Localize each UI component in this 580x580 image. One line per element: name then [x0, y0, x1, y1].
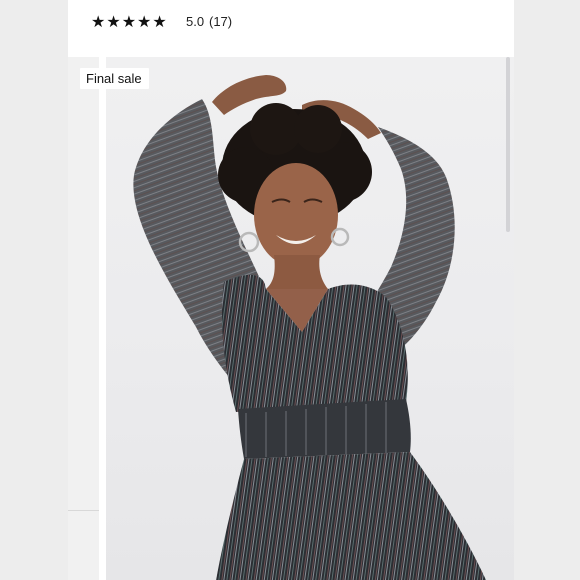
thumbnail-divider [68, 510, 99, 511]
model-photo [133, 75, 486, 580]
rating-bar[interactable]: ★ ★ ★ ★ ★ 5.0 (17) [68, 0, 514, 57]
star-icon: ★ [137, 12, 152, 31]
star-icon: ★ [91, 12, 106, 31]
star-rating: ★ ★ ★ ★ ★ [91, 12, 167, 32]
review-count[interactable]: (17) [209, 14, 232, 29]
rating-value: 5.0 [186, 14, 205, 29]
product-image[interactable] [106, 57, 514, 580]
star-icon: ★ [106, 12, 121, 31]
image-scrollbar[interactable] [506, 57, 510, 232]
thumbnail-strip[interactable] [68, 57, 99, 580]
star-icon: ★ [152, 12, 167, 31]
left-background [0, 0, 68, 580]
star-icon: ★ [121, 12, 137, 31]
right-background [514, 0, 580, 580]
final-sale-badge: Final sale [80, 68, 149, 89]
product-card: ★ ★ ★ ★ ★ 5.0 (17) Final sale [68, 0, 514, 580]
